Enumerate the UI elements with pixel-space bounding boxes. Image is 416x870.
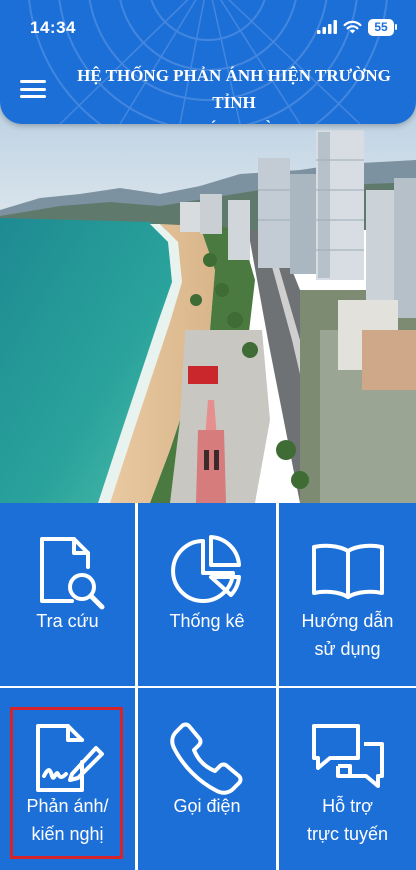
tile-tra-cuu[interactable]: Tra cứu	[0, 503, 135, 686]
app-title: HỆ THỐNG PHẢN ÁNH HIỆN TRƯỜNG TỈNH KHÁNH…	[70, 62, 398, 124]
app-header: 14:34 55 HỆ THỐNG PHẢN ÁNH HIỆN TRƯỜNG T…	[0, 0, 416, 124]
tile-label: Gọi điện	[173, 796, 241, 816]
document-edit-icon	[28, 718, 108, 798]
battery-icon: 55	[368, 18, 397, 36]
tile-huong-dan[interactable]: Hướng dẫn sử dụng	[279, 503, 416, 686]
tile-label: Tra cứu	[36, 611, 99, 631]
phone-icon	[167, 718, 247, 798]
wifi-icon	[343, 20, 362, 34]
pie-chart-icon	[167, 533, 247, 613]
chat-bubbles-icon	[308, 718, 388, 798]
hamburger-menu-button[interactable]	[20, 78, 46, 100]
tile-label: Hướng dẫn sử dụng	[301, 611, 394, 659]
open-book-icon	[308, 533, 388, 613]
tile-thong-ke[interactable]: Thống kê	[138, 503, 276, 686]
app-title-line2: KHÁNH HÒA	[70, 116, 398, 124]
tile-goi-dien[interactable]: Gọi điện	[138, 688, 276, 870]
app-title-line1: HỆ THỐNG PHẢN ÁNH HIỆN TRƯỜNG TỈNH	[77, 66, 391, 112]
tile-label: Thống kê	[169, 611, 245, 631]
status-bar: 14:34 55	[0, 0, 416, 54]
status-icons: 55	[317, 17, 397, 37]
tile-label: Hỗ trợ trực tuyến	[306, 796, 389, 844]
tile-label: Phản ánh/ kiến nghị	[26, 796, 109, 844]
signal-icon	[317, 20, 337, 34]
tile-ho-tro[interactable]: Hỗ trợ trực tuyến	[279, 688, 416, 870]
tile-phan-anh[interactable]: Phản ánh/ kiến nghị	[0, 688, 135, 870]
document-search-icon	[28, 533, 108, 613]
status-time: 14:34	[30, 18, 76, 37]
city-banner-image	[0, 90, 416, 503]
function-grid: Tra cứu Thống kê Hướng dẫn sử dụng Phản …	[0, 503, 416, 870]
